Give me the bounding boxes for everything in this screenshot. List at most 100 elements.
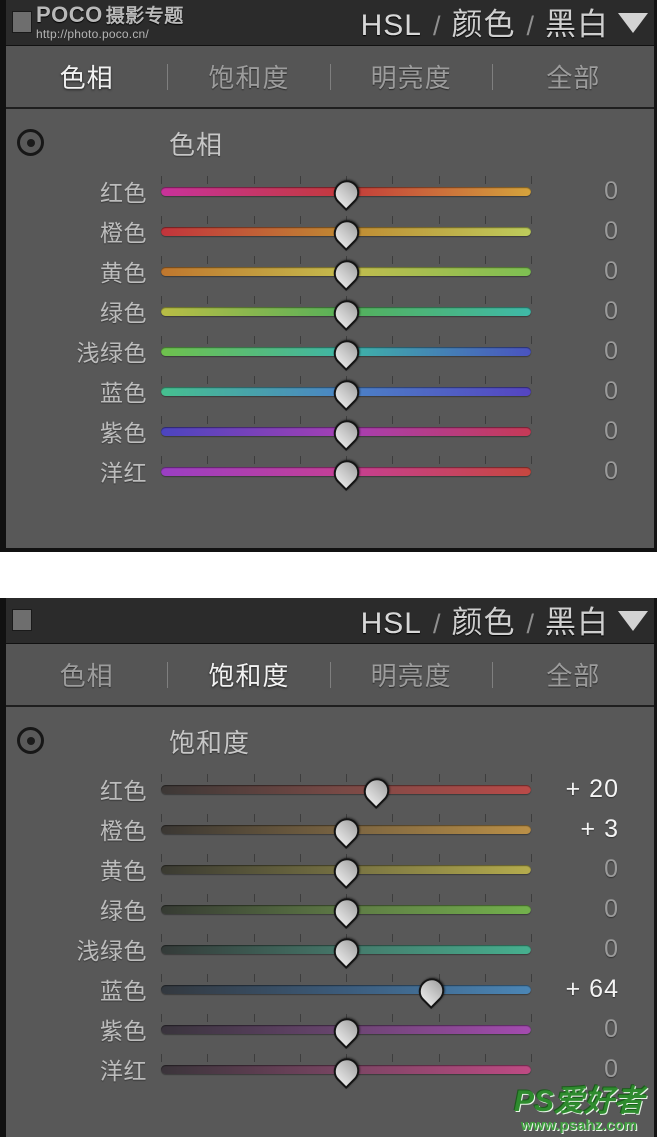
slider-control[interactable] xyxy=(161,171,532,212)
tab-divider xyxy=(329,661,331,688)
mode-separator: / xyxy=(432,11,441,41)
slider-row: 黄色 0 xyxy=(6,251,654,292)
mode-color[interactable]: 颜色 xyxy=(451,597,515,642)
slider-row: 橙色 + 3 xyxy=(6,809,654,850)
slider-value[interactable]: + 3 xyxy=(531,815,641,844)
saturation-panel-body: 饱和度 红色 + 20 橙色 + 3 黄色 0 绿色 0 浅绿色 0 蓝色 + 64 紫色 0 洋红 0 xyxy=(6,707,654,1090)
slider-value[interactable]: 0 xyxy=(531,337,641,366)
slider-row: 洋红 0 xyxy=(6,1049,654,1090)
tab-luminance[interactable]: 明亮度 xyxy=(331,656,492,693)
slider-label: 红色 xyxy=(100,778,147,804)
hue-panel-tabrow: 色相 饱和度 明亮度 全部 xyxy=(6,46,654,109)
slider-row: 洋红 0 xyxy=(6,451,654,492)
mode-blackwhite[interactable]: 黑白 xyxy=(545,0,609,44)
slider-value[interactable]: 0 xyxy=(531,377,641,406)
tab-all[interactable]: 全部 xyxy=(493,656,654,693)
hue-panel-body: 色相 红色 0 橙色 0 黄色 0 绿色 0 浅绿色 0 蓝色 0 紫色 0 洋红 0 xyxy=(6,109,654,492)
slider-label: 浅绿色 xyxy=(76,938,147,964)
slider-label: 黄色 xyxy=(100,858,147,884)
tab-all[interactable]: 全部 xyxy=(493,58,654,95)
slider-row: 紫色 0 xyxy=(6,1009,654,1050)
slider-row: 绿色 0 xyxy=(6,889,654,930)
tab-saturation[interactable]: 饱和度 xyxy=(168,656,329,693)
slider-row: 红色 + 20 xyxy=(6,769,654,810)
slider-ticks xyxy=(161,974,532,982)
chevron-down-icon[interactable] xyxy=(618,610,648,631)
tab-luminance[interactable]: 明亮度 xyxy=(331,58,492,95)
slider-label: 紫色 xyxy=(100,420,147,446)
tab-divider xyxy=(491,63,493,90)
slider-label: 绿色 xyxy=(100,898,147,924)
target-selector-icon[interactable] xyxy=(17,129,44,156)
slider-control[interactable] xyxy=(161,371,532,412)
slider-row: 浅绿色 0 xyxy=(6,929,654,970)
slider-control[interactable] xyxy=(161,809,532,850)
slider-value[interactable]: 0 xyxy=(531,935,641,964)
panel-collapse-icon[interactable] xyxy=(12,609,32,631)
slider-row: 浅绿色 0 xyxy=(6,331,654,372)
slider-control[interactable] xyxy=(161,769,532,810)
chevron-down-icon[interactable] xyxy=(618,12,648,33)
slider-value[interactable]: 0 xyxy=(531,297,641,326)
slider-row: 蓝色 0 xyxy=(6,371,654,412)
panel-titlebar: POCO 摄影专题 http://photo.poco.cn/ HSL / 颜色 … xyxy=(6,0,654,46)
hsl-hue-panel: POCO 摄影专题 http://photo.poco.cn/ HSL / 颜色 … xyxy=(0,0,657,552)
slider-label: 洋红 xyxy=(100,460,147,486)
poco-brand: POCO xyxy=(36,2,103,27)
mode-separator: / xyxy=(526,609,534,639)
panel-collapse-icon[interactable] xyxy=(12,11,32,33)
section-title-hue: 色相 xyxy=(169,130,224,160)
slider-row: 绿色 0 xyxy=(6,291,654,332)
hsl-saturation-panel: HSL / 颜色 / 黑白 色相 饱和度 明亮度 全部 饱和度 红色 + 20 橙色… xyxy=(0,598,657,1137)
slider-control[interactable] xyxy=(161,849,532,890)
slider-control[interactable] xyxy=(161,251,532,292)
slider-value[interactable]: + 20 xyxy=(531,775,641,804)
slider-label: 绿色 xyxy=(100,300,147,326)
slider-value[interactable]: 0 xyxy=(531,417,641,446)
slider-value[interactable]: 0 xyxy=(531,855,641,884)
slider-value[interactable]: 0 xyxy=(531,457,641,486)
slider-control[interactable] xyxy=(161,211,532,252)
slider-label: 洋红 xyxy=(100,1058,147,1084)
section-title-saturation: 饱和度 xyxy=(169,728,251,758)
hsl-mode-switcher: HSL / 颜色 / 黑白 xyxy=(361,597,609,644)
tab-hue[interactable]: 色相 xyxy=(6,656,167,693)
slider-label: 橙色 xyxy=(100,818,147,844)
slider-control[interactable] xyxy=(161,929,532,970)
mode-hsl[interactable]: HSL xyxy=(361,9,422,43)
slider-track[interactable] xyxy=(161,985,531,994)
mode-color[interactable]: 颜色 xyxy=(451,0,515,44)
tab-divider xyxy=(491,661,493,688)
mode-hsl[interactable]: HSL xyxy=(361,607,422,641)
slider-track[interactable] xyxy=(161,785,531,794)
slider-control[interactable] xyxy=(161,889,532,930)
slider-label: 浅绿色 xyxy=(76,340,147,366)
mode-blackwhite[interactable]: 黑白 xyxy=(545,597,609,642)
slider-control[interactable] xyxy=(161,1009,532,1050)
slider-label: 红色 xyxy=(100,180,147,206)
tab-divider xyxy=(167,661,169,688)
slider-control[interactable] xyxy=(161,451,532,492)
slider-value[interactable]: 0 xyxy=(531,1015,641,1044)
tab-divider xyxy=(329,63,331,90)
slider-control[interactable] xyxy=(161,969,532,1010)
slider-value[interactable]: 0 xyxy=(531,1055,641,1084)
slider-value[interactable]: 0 xyxy=(531,217,641,246)
slider-label: 蓝色 xyxy=(100,978,147,1004)
slider-value[interactable]: + 64 xyxy=(531,975,641,1004)
tab-hue[interactable]: 色相 xyxy=(6,58,167,95)
hsl-mode-switcher: HSL / 颜色 / 黑白 xyxy=(361,0,609,46)
poco-url: http://photo.poco.cn/ xyxy=(36,27,149,41)
slider-value[interactable]: 0 xyxy=(531,895,641,924)
slider-ticks xyxy=(161,774,532,782)
slider-control[interactable] xyxy=(161,1049,532,1090)
slider-control[interactable] xyxy=(161,411,532,452)
slider-value[interactable]: 0 xyxy=(531,257,641,286)
mode-separator: / xyxy=(432,609,441,639)
psahz-watermark: PS爱好者 www.psahz.com xyxy=(514,1087,644,1134)
target-selector-icon[interactable] xyxy=(17,727,44,754)
slider-value[interactable]: 0 xyxy=(531,177,641,206)
slider-control[interactable] xyxy=(161,291,532,332)
slider-control[interactable] xyxy=(161,331,532,372)
tab-saturation[interactable]: 饱和度 xyxy=(168,58,329,95)
